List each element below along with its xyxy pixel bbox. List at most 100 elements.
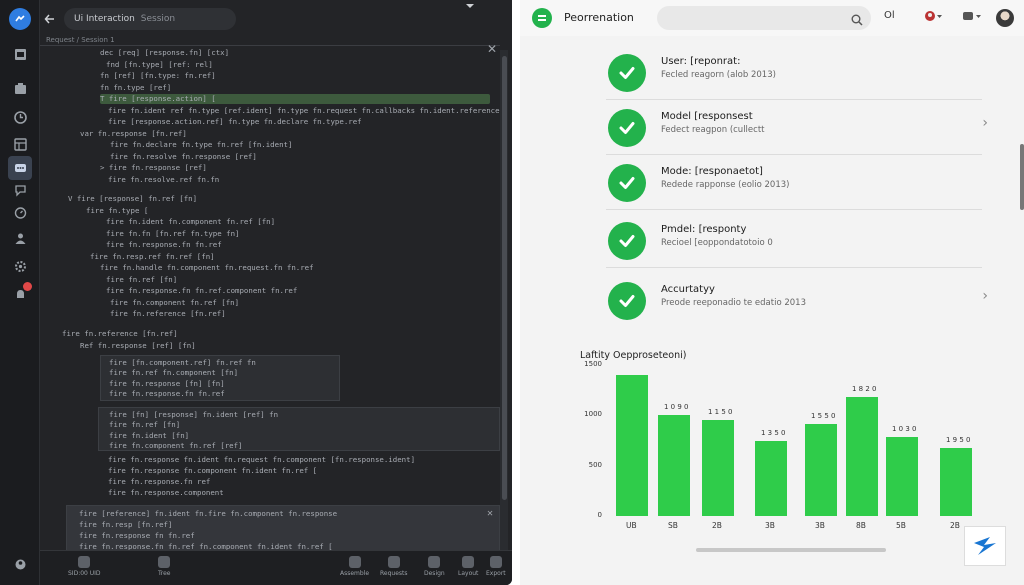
- toolbar-icon: [462, 556, 475, 568]
- notifications-icon[interactable]: [8, 282, 32, 306]
- code-line: fire fn.ident ref fn.type [ref.ident] fn…: [108, 105, 500, 115]
- item-subtitle: Fecled reagorn (alob 2013): [661, 70, 776, 80]
- check-circle-icon: [608, 282, 646, 320]
- y-axis-tick-label: 500: [588, 460, 602, 469]
- apps-menu-icon[interactable]: [962, 10, 982, 25]
- brand-badge[interactable]: [964, 526, 1006, 566]
- item-subtitle: Fedect reagpon (cullectt: [661, 125, 765, 135]
- bottom-toolbar-label: Assemble: [340, 570, 370, 577]
- code-line: Ref fn.response [ref] [fn]: [80, 340, 196, 350]
- session-tab[interactable]: Ui Interaction Session: [64, 8, 236, 30]
- list-divider: [606, 209, 982, 210]
- history-icon[interactable]: [8, 105, 32, 129]
- scrollbar-thumb[interactable]: [502, 56, 507, 500]
- list-item[interactable]: Mode: [responaetot] Redede rapponse (eoli…: [606, 160, 986, 208]
- data-label: 1 0 9 0: [664, 403, 689, 412]
- code-line: fire [reference] fn.ident fn.fire fn.com…: [79, 508, 338, 518]
- code-line: fire fn.response.component: [108, 487, 224, 497]
- code-line: fire fn.ref [fn]: [109, 420, 181, 429]
- users-icon[interactable]: [8, 226, 32, 250]
- toolbar-icon: [489, 556, 502, 568]
- search-icon[interactable]: [851, 11, 863, 30]
- package-icon[interactable]: [8, 76, 32, 100]
- chevron-right-icon[interactable]: ›: [982, 115, 988, 131]
- timer-icon[interactable]: [8, 200, 32, 224]
- item-title: Model [responsest: [661, 111, 753, 122]
- bottom-toolbar-button[interactable]: SID:00 UID: [68, 556, 101, 577]
- check-circle-icon: [608, 164, 646, 202]
- settings-icon[interactable]: [8, 254, 32, 278]
- x-axis-tick-label: UB: [626, 521, 637, 530]
- horizontal-scrollbar[interactable]: [696, 548, 886, 552]
- list-item[interactable]: Accurtatyy Preode reeponadio te edatio 20…: [606, 278, 988, 326]
- item-title: Pmdel: [responty: [661, 224, 747, 235]
- code-line: fire fn.fn [fn.ref fn.type fn]: [106, 228, 240, 238]
- code-line: fire fn.reference [fn.ref]: [110, 309, 226, 318]
- y-axis-tick-label: 1000: [584, 410, 602, 419]
- notification-badge: [23, 282, 32, 291]
- code-line: fire fn.response.fn fn.ref: [106, 240, 222, 249]
- code-line: fire fn.resolve.ref fn.fn: [108, 174, 220, 184]
- dropdown-caret-icon[interactable]: [466, 4, 474, 8]
- code-line: fnd [fn.type] [ref: rel]: [106, 59, 213, 69]
- data-label: 1 8 2 0: [852, 385, 877, 394]
- app-title: Peorrenation: [564, 11, 634, 24]
- bottom-toolbar-button[interactable]: Layout: [458, 556, 478, 577]
- back-arrow-icon[interactable]: [44, 10, 56, 29]
- chevron-right-icon[interactable]: ›: [982, 288, 988, 304]
- user-menu-icon[interactable]: [924, 10, 942, 25]
- list-item[interactable]: Model [responsest Fedect reagpon (cullect…: [606, 105, 988, 153]
- comment-icon[interactable]: [8, 178, 32, 202]
- item-subtitle: Redede rapponse (eolio 2013): [661, 180, 790, 190]
- data-label: 1 9 5 0: [946, 435, 971, 444]
- code-line: fire fn.response.fn fn.ref.component fn.…: [106, 286, 298, 295]
- code-panel[interactable]: fire [fn] [response] fn.ident [ref] fn fi…: [98, 406, 500, 451]
- close-icon[interactable]: ✕: [487, 508, 493, 519]
- search-input[interactable]: [657, 6, 871, 30]
- bottom-toolbar: SID:00 UID Tree Assemble Requests Design Layo…: [40, 550, 512, 585]
- code-line: fire fn.resp [fn.ref]: [79, 519, 173, 529]
- bottom-toolbar-button[interactable]: Assemble: [340, 556, 369, 577]
- avatar[interactable]: [996, 9, 1014, 27]
- toolbar-icon: [348, 556, 361, 568]
- brand-logo-icon: [974, 537, 996, 555]
- bottom-toolbar-button[interactable]: Requests: [380, 556, 408, 577]
- toolbar-icon: [428, 556, 441, 568]
- code-line: fire [fn.component.ref] fn.ref fn: [109, 357, 256, 367]
- code-view[interactable]: dec [req] [response.fn] [ctx] fnd [fn.typ…: [40, 46, 500, 585]
- chart-bar: [886, 437, 918, 516]
- code-line: V fire [response] fn.ref [fn]: [68, 194, 198, 203]
- bottom-toolbar-button[interactable]: Design: [424, 556, 445, 577]
- code-line: fire fn.response fn fn.ref: [79, 530, 195, 540]
- check-circle-icon: [608, 109, 646, 147]
- bottom-toolbar-label: Export: [486, 570, 506, 577]
- item-title: User: [reponrat:: [661, 56, 741, 67]
- data-label: 1 0 3 0: [892, 425, 917, 434]
- code-line: var fn.response [fn.ref]: [80, 128, 187, 138]
- item-title: Accurtatyy: [661, 284, 715, 295]
- code-line: fn [ref] [fn.type: fn.ref]: [100, 71, 216, 80]
- chat-icon[interactable]: [8, 156, 32, 180]
- toolbar-toggle-button[interactable]: Ol: [884, 10, 895, 21]
- bottom-toolbar-button[interactable]: Tree: [158, 556, 171, 577]
- x-axis-tick-label: 2B: [950, 521, 960, 530]
- layout-icon[interactable]: [8, 132, 32, 156]
- x-axis-tick-label: SB: [668, 521, 678, 530]
- code-panel[interactable]: fire [fn.component.ref] fn.ref fn fire fn…: [100, 354, 340, 401]
- code-line: fire fn.response fn.component fn.ident f…: [108, 465, 318, 475]
- code-line: fire fn.ref [fn]: [106, 274, 178, 284]
- code-panel[interactable]: fire [reference] fn.ident fn.fire fn.com…: [66, 504, 500, 557]
- list-divider: [606, 267, 982, 268]
- explorer-icon[interactable]: [8, 42, 32, 66]
- list-item[interactable]: User: [reponrat: Fecled reagorn (alob 201…: [606, 50, 986, 98]
- code-line: fire fn.ident [fn]: [109, 430, 190, 440]
- edge-handle[interactable]: [1020, 144, 1024, 210]
- bottom-toolbar-button[interactable]: Export: [486, 556, 506, 577]
- code-line: T fire [response.action] [: [100, 94, 490, 104]
- account-icon[interactable]: [8, 552, 32, 576]
- app-logo-icon[interactable]: [532, 8, 552, 28]
- app-logo-icon[interactable]: [9, 8, 31, 30]
- code-line: dec [req] [response.fn] [ctx]: [100, 48, 230, 57]
- code-line: fire fn.type [: [86, 205, 149, 215]
- list-item[interactable]: Pmdel: [responty Recioel [eoppondatotoio …: [606, 218, 986, 266]
